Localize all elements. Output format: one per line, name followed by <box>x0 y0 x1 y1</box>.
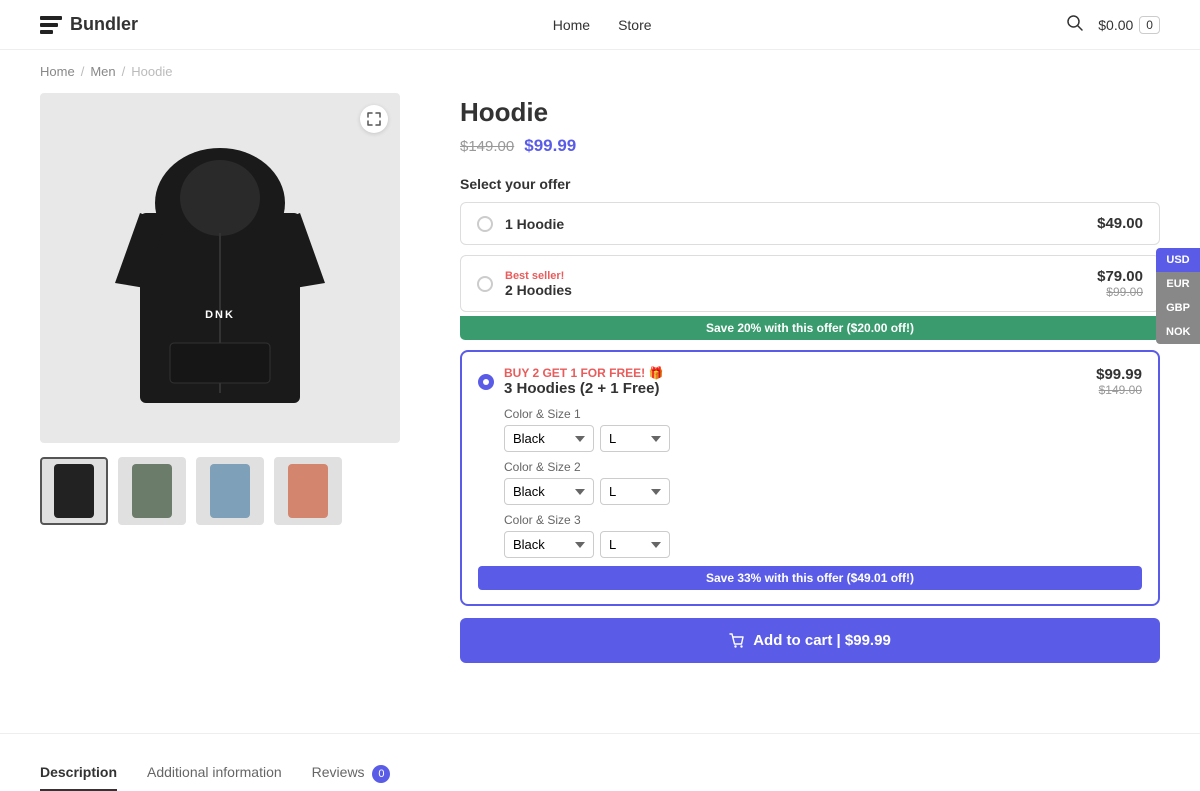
thumbnails <box>40 457 420 525</box>
cart-price: $0.00 <box>1098 17 1133 33</box>
currency-gbp[interactable]: GBP <box>1156 296 1200 320</box>
color-select-3[interactable]: Black Green Blue Pink <box>504 531 594 558</box>
breadcrumb-sep2: / <box>122 64 126 79</box>
tabs-section: Description Additional information Revie… <box>0 733 1200 791</box>
reviews-badge: 0 <box>372 765 390 783</box>
tab-additional-info[interactable]: Additional information <box>147 764 282 791</box>
bundle-promo-title: BUY 2 GET 1 FOR FREE! 🎁 3 Hoodies (2 + 1… <box>504 366 1086 397</box>
tab-reviews[interactable]: Reviews 0 <box>312 764 391 791</box>
breadcrumb: Home / Men / Hoodie <box>0 50 1200 93</box>
product-image-section: DNK <box>40 93 420 663</box>
size-select-1[interactable]: S M L XL <box>600 425 670 452</box>
size-select-3[interactable]: S M L XL <box>600 531 670 558</box>
nav-home[interactable]: Home <box>553 17 590 33</box>
offer-card-1[interactable]: 1 Hoodie $49.00 <box>460 202 1160 245</box>
price-row: $149.00 $99.99 <box>460 136 1160 156</box>
color-size-row-1: Color & Size 1 Black Green Blue Pink S M… <box>504 407 1142 452</box>
offer-radio-2 <box>477 276 493 292</box>
thumbnail-blue[interactable] <box>196 457 264 525</box>
offer-2-pricing: $79.00 $99.00 <box>1097 268 1143 299</box>
bundle-save-badge: Save 33% with this offer ($49.01 off!) <box>478 566 1142 590</box>
product-title: Hoodie <box>460 97 1160 128</box>
breadcrumb-sep1: / <box>81 64 85 79</box>
add-to-cart-label: Add to cart | $99.99 <box>753 632 891 649</box>
currency-eur[interactable]: EUR <box>1156 272 1200 296</box>
product-image: DNK <box>115 123 325 413</box>
offer-2-price: $79.00 <box>1097 268 1143 285</box>
color-select-1[interactable]: Black Green Blue Pink <box>504 425 594 452</box>
bundle-title: 3 Hoodies (2 + 1 Free) <box>504 380 1086 397</box>
offer-radio-1 <box>477 216 493 232</box>
breadcrumb-current: Hoodie <box>131 64 172 79</box>
bundle-body: Color & Size 1 Black Green Blue Pink S M… <box>478 407 1142 558</box>
offer-card-1-content: 1 Hoodie <box>505 216 1085 232</box>
color-size-row-3: Color & Size 3 Black Green Blue Pink S M… <box>504 513 1142 558</box>
bundle-radio <box>478 374 494 390</box>
bundle-promo: BUY 2 GET 1 FOR FREE! 🎁 <box>504 366 1086 380</box>
bundle-price: $99.99 <box>1096 366 1142 383</box>
logo[interactable]: Bundler <box>40 14 138 35</box>
select-offer-label: Select your offer <box>460 176 1160 192</box>
color-select-2[interactable]: Black Green Blue Pink <box>504 478 594 505</box>
color-size-label-3: Color & Size 3 <box>504 513 1142 527</box>
thumbnail-black[interactable] <box>40 457 108 525</box>
cart-icon <box>729 633 745 649</box>
selects-row-2: Black Green Blue Pink S M L XL <box>504 478 1142 505</box>
product-info: Hoodie $149.00 $99.99 Select your offer … <box>460 93 1160 663</box>
bundle-card[interactable]: BUY 2 GET 1 FOR FREE! 🎁 3 Hoodies (2 + 1… <box>460 350 1160 606</box>
sale-price: $99.99 <box>524 136 576 156</box>
offer-2-save-badge: Save 20% with this offer ($20.00 off!) <box>460 316 1160 340</box>
offer-2-name: 2 Hoodies <box>505 282 1085 298</box>
offer-card-2[interactable]: Best seller! 2 Hoodies $79.00 $99.00 <box>460 255 1160 312</box>
selects-row-1: Black Green Blue Pink S M L XL <box>504 425 1142 452</box>
offer-2-old-price: $99.00 <box>1097 285 1143 299</box>
selects-row-3: Black Green Blue Pink S M L XL <box>504 531 1142 558</box>
bundle-pricing: $99.99 $149.00 <box>1096 366 1142 397</box>
breadcrumb-home[interactable]: Home <box>40 64 75 79</box>
bundle-header: BUY 2 GET 1 FOR FREE! 🎁 3 Hoodies (2 + 1… <box>478 366 1142 397</box>
currency-usd[interactable]: USD <box>1156 248 1200 272</box>
currency-sidebar: USD EUR GBP NOK <box>1156 248 1200 344</box>
cart-badge: 0 <box>1139 16 1160 34</box>
svg-text:DNK: DNK <box>205 309 235 321</box>
offer-2-badge: Best seller! <box>505 270 1085 282</box>
expand-button[interactable] <box>360 105 388 133</box>
header-right: $0.00 0 <box>1066 14 1160 35</box>
main-image-wrapper: DNK <box>40 93 400 443</box>
size-select-2[interactable]: S M L XL <box>600 478 670 505</box>
color-size-label-1: Color & Size 1 <box>504 407 1142 421</box>
currency-nok[interactable]: NOK <box>1156 320 1200 344</box>
offer-1-price: $49.00 <box>1097 215 1143 232</box>
header: Bundler Home Store $0.00 0 <box>0 0 1200 50</box>
color-size-label-2: Color & Size 2 <box>504 460 1142 474</box>
original-price: $149.00 <box>460 138 514 155</box>
color-size-row-2: Color & Size 2 Black Green Blue Pink S M… <box>504 460 1142 505</box>
thumbnail-green[interactable] <box>118 457 186 525</box>
breadcrumb-men[interactable]: Men <box>90 64 115 79</box>
main-nav: Home Store <box>553 17 652 33</box>
cart-button[interactable]: $0.00 0 <box>1098 16 1160 34</box>
main-content: DNK Hoodie <box>0 93 1200 703</box>
thumbnail-pink[interactable] <box>274 457 342 525</box>
bundle-old-price: $149.00 <box>1096 383 1142 397</box>
offer-1-name: 1 Hoodie <box>505 216 1085 232</box>
logo-icon <box>40 16 62 34</box>
search-icon[interactable] <box>1066 14 1084 35</box>
logo-text: Bundler <box>70 14 138 35</box>
nav-store[interactable]: Store <box>618 17 651 33</box>
add-to-cart-button[interactable]: Add to cart | $99.99 <box>460 618 1160 663</box>
tab-description[interactable]: Description <box>40 764 117 791</box>
offer-card-2-content: Best seller! 2 Hoodies <box>505 270 1085 298</box>
